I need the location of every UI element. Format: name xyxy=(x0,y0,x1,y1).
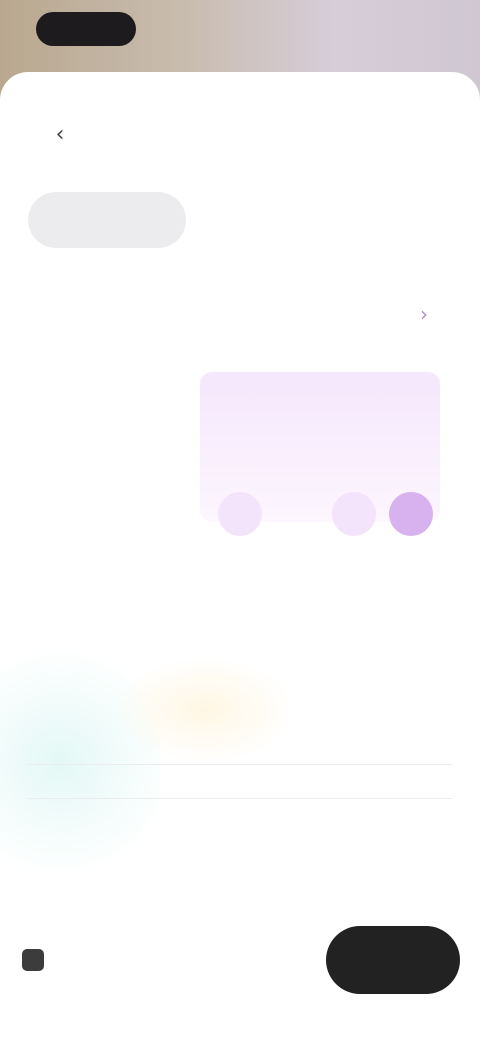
calendar-day[interactable] xyxy=(269,486,326,542)
calendar-icon xyxy=(22,949,44,971)
mode-segmented-control xyxy=(28,188,452,252)
time-wheel-picker[interactable] xyxy=(0,668,480,898)
next-month-button[interactable]: › xyxy=(410,300,438,328)
calendar-day[interactable] xyxy=(269,542,326,598)
sheet-header: ‹ xyxy=(0,108,480,160)
status-bar-pill xyxy=(36,12,136,46)
weekday-label xyxy=(97,348,154,368)
calendar-day[interactable] xyxy=(211,486,268,542)
calendar-grid xyxy=(40,486,440,654)
date-time-sheet: ‹ › xyxy=(0,72,480,1040)
weekday-label xyxy=(383,348,440,368)
calendar-day[interactable] xyxy=(383,542,440,598)
segment-option-1[interactable] xyxy=(28,192,186,248)
calendar-day[interactable] xyxy=(40,598,97,654)
segment-option-2[interactable] xyxy=(186,192,286,248)
selection-summary xyxy=(22,948,282,972)
calendar-day-selected[interactable] xyxy=(383,486,440,542)
calendar-day[interactable] xyxy=(211,598,268,654)
sheet-footer xyxy=(0,912,480,1002)
calendar-day[interactable] xyxy=(40,542,97,598)
weekday-label xyxy=(154,348,211,368)
weekday-label xyxy=(40,348,97,368)
chevron-left-icon: ‹ xyxy=(55,121,65,147)
weekday-label xyxy=(211,348,268,368)
back-button[interactable]: ‹ xyxy=(36,118,84,150)
calendar-day[interactable] xyxy=(154,542,211,598)
calendar-day[interactable] xyxy=(326,542,383,598)
weekday-label xyxy=(269,348,326,368)
weekday-label xyxy=(326,348,383,368)
calendar-day[interactable] xyxy=(326,486,383,542)
calendar-day[interactable] xyxy=(154,598,211,654)
selection-divider xyxy=(28,764,452,765)
calendar-day[interactable] xyxy=(211,542,268,598)
calendar-day[interactable] xyxy=(97,542,154,598)
segment-option-3[interactable] xyxy=(286,192,452,248)
confirm-button[interactable] xyxy=(326,926,460,994)
calendar-day[interactable] xyxy=(40,486,97,542)
chevron-right-icon: › xyxy=(420,302,428,326)
month-navigation: › xyxy=(48,298,444,330)
selection-divider xyxy=(28,798,452,799)
calendar-day[interactable] xyxy=(97,598,154,654)
calendar-day[interactable] xyxy=(154,486,211,542)
calendar-day[interactable] xyxy=(97,486,154,542)
weekday-header xyxy=(40,348,440,368)
